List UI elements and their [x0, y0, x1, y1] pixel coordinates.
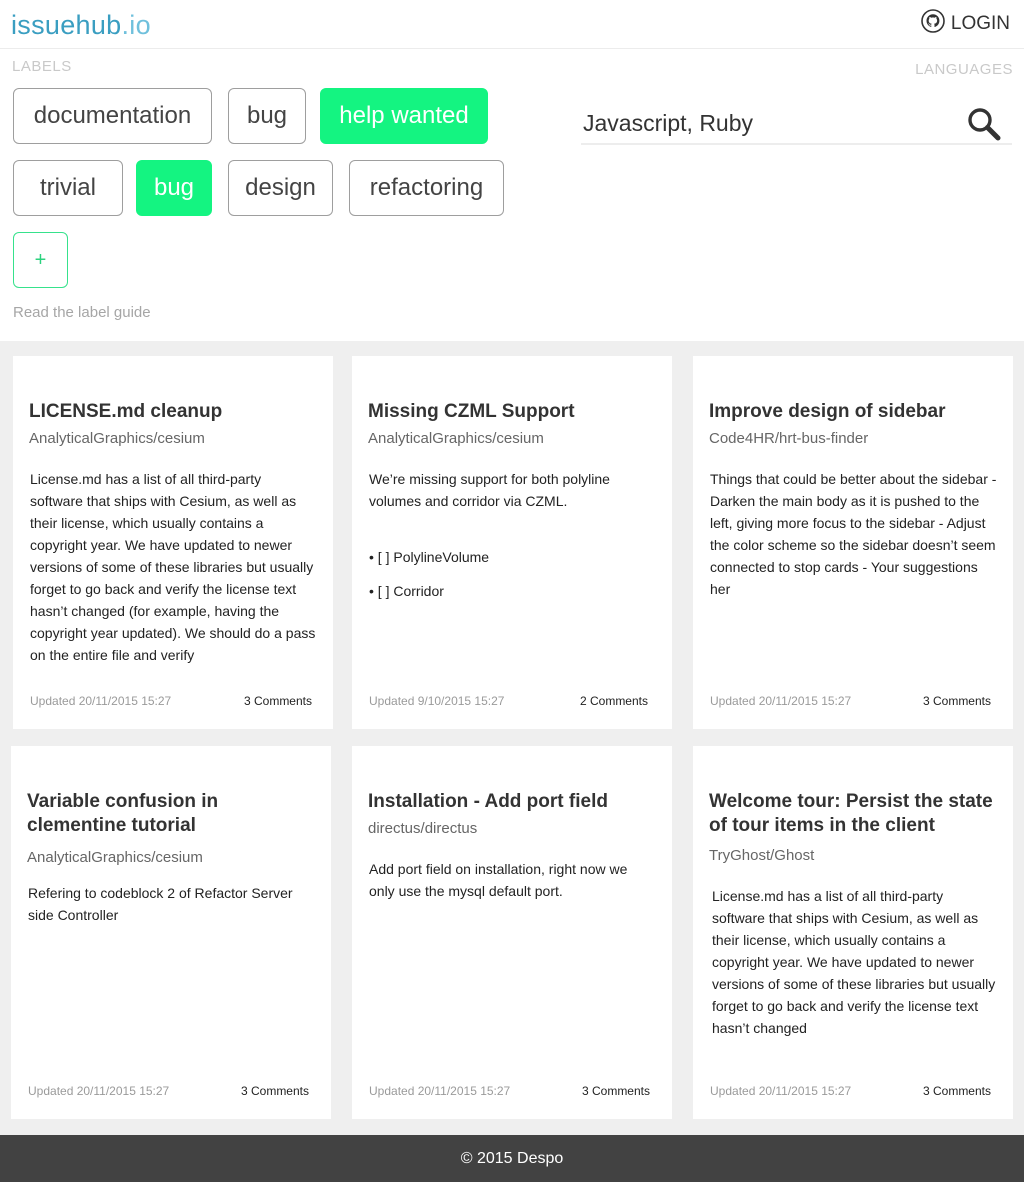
issue-updated: Updated 20/11/2015 15:27: [710, 694, 852, 708]
issue-repo[interactable]: TryGhost/Ghost: [709, 847, 814, 864]
issue-title[interactable]: Improve design of sidebar: [709, 400, 946, 424]
tag-trivial[interactable]: trivial: [13, 160, 123, 216]
issue-card[interactable]: LICENSE.md cleanup AnalyticalGraphics/ce…: [13, 356, 333, 729]
logo[interactable]: issuehub.io: [11, 8, 151, 42]
issue-updated: Updated 20/11/2015 15:27: [28, 1084, 170, 1098]
issue-card[interactable]: Welcome tour: Persist the state of tour …: [693, 746, 1013, 1119]
issue-checklist: [ ] PolylineVolume [ ] Corridor: [369, 546, 656, 602]
logo-suffix: .io: [121, 10, 151, 40]
issue-card[interactable]: Variable confusion in clementine tutoria…: [11, 746, 331, 1119]
tag-refactoring[interactable]: refactoring: [349, 160, 504, 216]
search-button[interactable]: [965, 105, 1003, 143]
checklist-item: [ ] Corridor: [369, 580, 656, 602]
add-label-button[interactable]: +: [13, 232, 68, 288]
issue-card[interactable]: Missing CZML Support AnalyticalGraphics/…: [352, 356, 672, 729]
issue-body: Refering to codeblock 2 of Refactor Serv…: [28, 885, 293, 923]
issue-card[interactable]: Improve design of sidebar Code4HR/hrt-bu…: [693, 356, 1013, 729]
issue-body: Things that could be better about the si…: [710, 471, 997, 597]
issue-comments[interactable]: 3 Comments: [923, 694, 991, 708]
issue-repo[interactable]: AnalyticalGraphics/cesium: [368, 430, 544, 447]
labels-caption: LABELS: [12, 58, 72, 75]
filters-panel: LABELS LANGUAGES documentation bug help …: [0, 49, 1024, 341]
issue-body: Add port field on installation, right no…: [369, 861, 628, 899]
search-icon: [965, 108, 1003, 147]
tag-design[interactable]: design: [228, 160, 333, 216]
tag-documentation[interactable]: documentation: [13, 88, 212, 144]
footer: © 2015 Despo: [0, 1135, 1024, 1182]
issue-comments[interactable]: 3 Comments: [582, 1084, 650, 1098]
issue-comments[interactable]: 3 Comments: [244, 694, 312, 708]
issue-updated: Updated 9/10/2015 15:27: [369, 694, 505, 708]
issue-title[interactable]: LICENSE.md cleanup: [29, 400, 222, 424]
tag-bug[interactable]: bug: [228, 88, 306, 144]
issue-title[interactable]: Variable confusion in clementine tutoria…: [27, 790, 271, 838]
issue-title[interactable]: Installation - Add port field: [368, 790, 608, 814]
tag-help-wanted[interactable]: help wanted: [320, 88, 488, 144]
issue-title[interactable]: Welcome tour: Persist the state of tour …: [709, 790, 999, 838]
copyright-text: © 2015 Despo: [460, 1149, 564, 1167]
issue-body: We’re missing support for both polyline …: [369, 468, 656, 666]
languages-search: [581, 97, 1012, 145]
issue-repo[interactable]: Code4HR/hrt-bus-finder: [709, 430, 868, 447]
issue-card[interactable]: Installation - Add port field directus/d…: [352, 746, 672, 1119]
issue-body: License.md has a list of all third-party…: [712, 888, 996, 1036]
issue-comments[interactable]: 3 Comments: [241, 1084, 309, 1098]
issue-comments[interactable]: 3 Comments: [923, 1084, 991, 1098]
issue-repo[interactable]: directus/directus: [368, 820, 477, 837]
checklist-item: [ ] PolylineVolume: [369, 546, 656, 568]
issue-updated: Updated 20/11/2015 15:27: [710, 1084, 852, 1098]
issue-repo[interactable]: AnalyticalGraphics/cesium: [29, 430, 205, 447]
issue-comments[interactable]: 2 Comments: [580, 694, 648, 708]
issue-body-text: We’re missing support for both polyline …: [369, 471, 610, 509]
issue-title[interactable]: Missing CZML Support: [368, 400, 575, 424]
issue-updated: Updated 20/11/2015 15:27: [369, 1084, 511, 1098]
github-icon: [921, 9, 945, 39]
login-button[interactable]: LOGIN: [921, 9, 1010, 39]
languages-input[interactable]: [583, 105, 953, 141]
issue-body: License.md has a list of all third-party…: [30, 471, 316, 663]
login-label: LOGIN: [950, 13, 1010, 34]
top-bar: issuehub.io LOGIN: [0, 0, 1024, 49]
issue-updated: Updated 20/11/2015 15:27: [30, 694, 172, 708]
tag-bug-selected[interactable]: bug: [136, 160, 212, 216]
languages-caption: LANGUAGES: [915, 61, 1013, 78]
issue-repo[interactable]: AnalyticalGraphics/cesium: [27, 849, 203, 866]
logo-main: issuehub: [11, 10, 122, 40]
label-guide-link[interactable]: Read the label guide: [13, 304, 151, 321]
